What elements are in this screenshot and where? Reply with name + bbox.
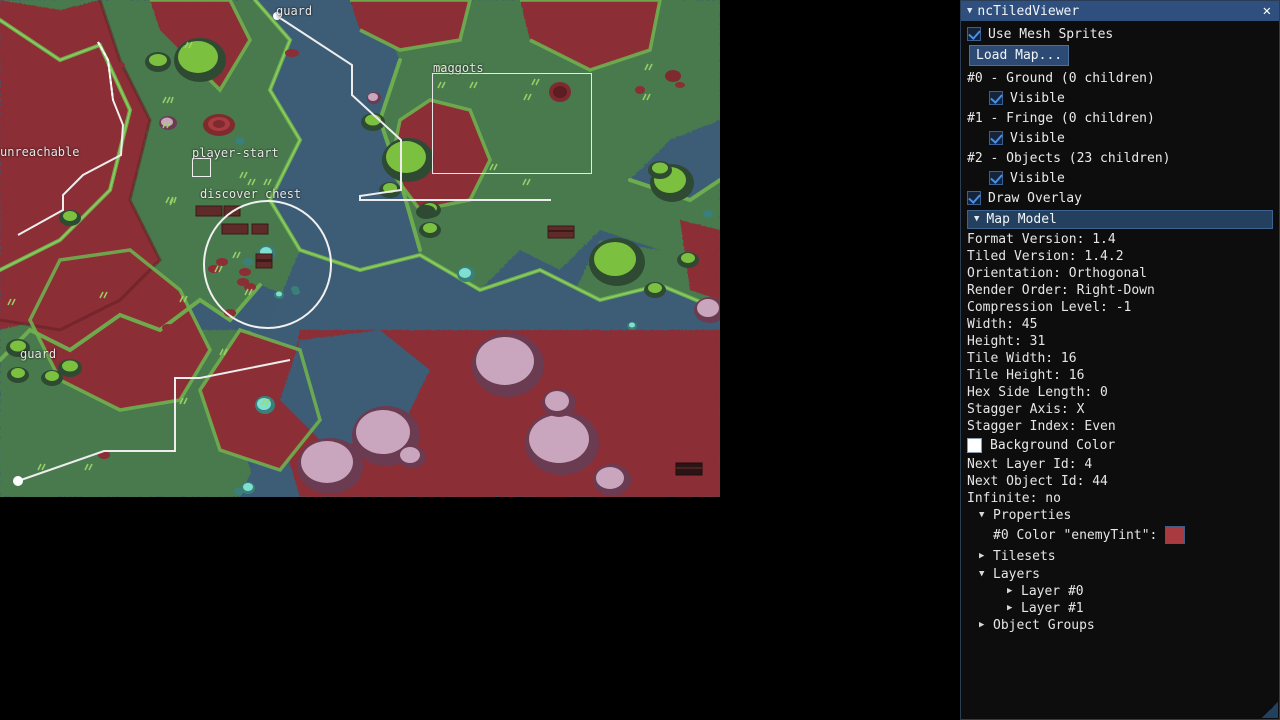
layer-1-visible-label: Visible — [1010, 130, 1065, 146]
field-tiled-version: Tiled Version: 1.4.2 — [967, 249, 1124, 264]
gizmo-node-guard-bottom — [13, 476, 23, 486]
load-map-button[interactable]: Load Map... — [969, 45, 1070, 66]
map-chest-2 — [195, 205, 223, 217]
field-hex-side-length: Hex Side Length: 0 — [967, 385, 1108, 400]
draw-overlay-checkbox[interactable] — [967, 191, 981, 205]
triangle-down-icon: ▼ — [979, 510, 985, 520]
background-color-label: Background Color — [990, 438, 1116, 453]
map-fence-1 — [547, 225, 575, 239]
properties-label: Properties — [993, 508, 1072, 523]
layer-1-tree-label: Layer #1 — [1021, 601, 1084, 616]
triangle-right-icon: ▶ — [1007, 586, 1013, 596]
tilesets-label: Tilesets — [993, 548, 1056, 564]
layer-0-row[interactable]: #0 - Ground (0 children) — [967, 68, 1273, 88]
panel-title: ncTiledViewer — [977, 3, 1080, 19]
app-root: guard maggots unreachable player-start d… — [0, 0, 1280, 720]
background-color-row[interactable]: Background Color — [967, 435, 1273, 456]
load-map-row: Load Map... — [967, 44, 1273, 68]
property-enemy-tint[interactable]: #0 Color "enemyTint": — [967, 524, 1273, 546]
object-groups-label: Object Groups — [993, 618, 1095, 633]
tree-tilesets[interactable]: ▶ Tilesets — [967, 546, 1273, 566]
use-mesh-sprites-checkbox[interactable] — [967, 27, 981, 41]
triangle-down-icon[interactable]: ▼ — [967, 6, 972, 16]
layer-2-label: #2 - Objects (23 children) — [967, 150, 1171, 166]
field-render-order: Render Order: Right-Down — [967, 283, 1155, 298]
tree-object-groups[interactable]: ▶ Object Groups — [967, 617, 1273, 634]
field-format-version: Format Version: 1.4 — [967, 232, 1116, 247]
gizmo-rect-maggots[interactable] — [432, 73, 592, 174]
enemy-tint-color-swatch[interactable] — [1165, 526, 1186, 544]
map-model-header[interactable]: ▼ Map Model — [967, 210, 1273, 229]
layer-0-visible-label: Visible — [1010, 90, 1065, 106]
layer-2-visible-row[interactable]: Visible — [967, 168, 1273, 188]
draw-overlay-row[interactable]: Draw Overlay — [967, 188, 1273, 208]
field-next-layer-id: Next Layer Id: 4 — [967, 457, 1093, 472]
layer-0-visible-checkbox[interactable] — [989, 91, 1003, 105]
layer-1-row[interactable]: #1 - Fringe (0 children) — [967, 108, 1273, 128]
use-mesh-sprites-label: Use Mesh Sprites — [988, 26, 1114, 42]
tree-layer-0[interactable]: ▶ Layer #0 — [967, 583, 1273, 600]
field-tile-height: Tile Height: 16 — [967, 368, 1085, 383]
gizmo-circle-discover-chest[interactable] — [203, 200, 332, 329]
panel-body: Use Mesh Sprites Load Map... #0 - Ground… — [961, 21, 1279, 634]
layer-1-visible-row[interactable]: Visible — [967, 128, 1273, 148]
use-mesh-sprites-row[interactable]: Use Mesh Sprites — [967, 24, 1273, 44]
draw-overlay-label: Draw Overlay — [988, 190, 1082, 206]
field-next-object-id: Next Object Id: 44 — [967, 474, 1108, 489]
map-label-unreachable: unreachable — [0, 145, 80, 159]
layer-0-tree-label: Layer #0 — [1021, 584, 1084, 599]
layer-0-label: #0 - Ground (0 children) — [967, 70, 1155, 86]
layer-2-visible-label: Visible — [1010, 170, 1065, 186]
map-model-header-label: Map Model — [986, 212, 1057, 227]
map-label-player-start: player-start — [192, 146, 279, 160]
map-label-discover-chest: discover chest — [200, 187, 302, 201]
layer-1-visible-checkbox[interactable] — [989, 131, 1003, 145]
layer-2-visible-checkbox[interactable] — [989, 171, 1003, 185]
tree-layers[interactable]: ▼ Layers — [967, 566, 1273, 583]
layer-1-label: #1 - Fringe (0 children) — [967, 110, 1155, 126]
triangle-right-icon: ▶ — [1007, 603, 1013, 613]
layer-2-row[interactable]: #2 - Objects (23 children) — [967, 148, 1273, 168]
close-icon[interactable]: ✕ — [1261, 4, 1273, 18]
layers-label: Layers — [993, 567, 1040, 582]
map-barrel-1 — [665, 70, 681, 82]
resize-grip[interactable] — [1262, 702, 1278, 718]
field-width: Width: 45 — [967, 317, 1038, 332]
map-terrain — [0, 0, 720, 497]
field-height: Height: 31 — [967, 334, 1046, 349]
background-color-swatch[interactable] — [967, 438, 982, 453]
map-enemy — [203, 114, 235, 136]
map-label-guard-top: guard — [276, 4, 313, 18]
map-fence-2 — [675, 462, 703, 476]
map-label-maggots: maggots — [433, 61, 484, 75]
field-stagger-index: Stagger Index: Even — [967, 419, 1116, 434]
triangle-right-icon: ▶ — [979, 620, 985, 630]
layer-0-visible-row[interactable]: Visible — [967, 88, 1273, 108]
field-infinite: Infinite: no — [967, 491, 1061, 506]
field-orientation: Orientation: Orthogonal — [967, 266, 1148, 281]
tree-layer-1[interactable]: ▶ Layer #1 — [967, 600, 1273, 617]
field-stagger-axis: Stagger Axis: X — [967, 402, 1085, 417]
tree-properties[interactable]: ▼ Properties — [967, 507, 1273, 524]
gizmo-square-player-start[interactable] — [192, 158, 211, 177]
nctiledviewer-panel: ▼ ncTiledViewer ✕ Use Mesh Sprites Load … — [960, 0, 1280, 720]
field-tile-width: Tile Width: 16 — [967, 351, 1077, 366]
map-label-guard-bottom: guard — [20, 347, 57, 361]
triangle-down-icon: ▼ — [979, 569, 985, 579]
triangle-down-icon: ▼ — [974, 214, 980, 224]
field-compression-level: Compression Level: -1 — [967, 300, 1132, 315]
triangle-right-icon: ▶ — [979, 550, 985, 561]
map-viewport[interactable]: guard maggots unreachable player-start d… — [0, 0, 720, 497]
enemy-tint-label: #0 Color "enemyTint": — [993, 527, 1158, 543]
panel-titlebar[interactable]: ▼ ncTiledViewer ✕ — [961, 1, 1279, 21]
